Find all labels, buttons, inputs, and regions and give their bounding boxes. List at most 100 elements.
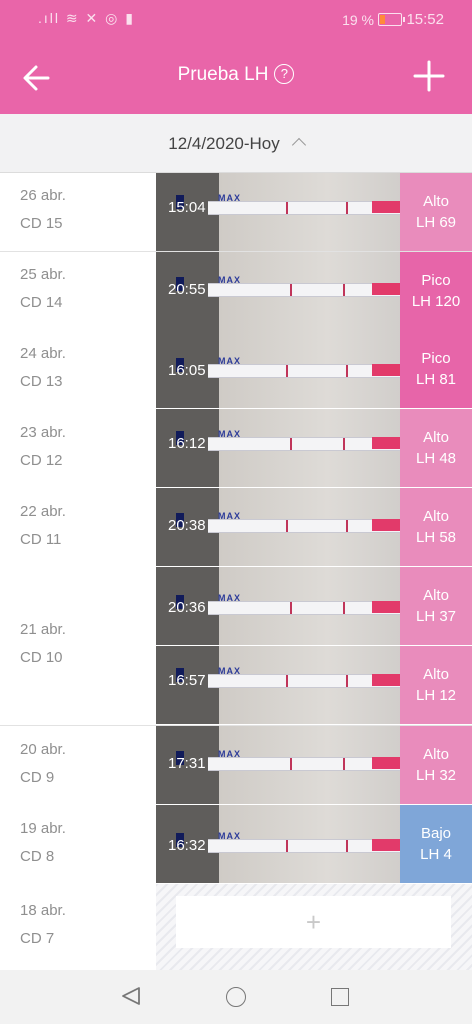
day-label: 21 abr. CD 10 [20,616,66,672]
app-bar: Prueba LH? [0,40,472,114]
date-range-selector[interactable]: 12/4/2020-Hoy [0,114,472,173]
cycle-day: CD 13 [20,372,63,390]
test-line [290,602,292,614]
day-label: 22 abr. CD 11 [20,498,66,554]
chevron-up-icon[interactable] [291,137,306,153]
day-date: 25 abr. [20,266,66,283]
date-range[interactable]: 12/4/2020-Hoy [0,134,472,154]
lh-result-badge: Pico LH 81 [400,330,472,408]
test-strip-photo[interactable]: MAX 16:32 Bajo LH 4 [156,805,472,883]
lh-result-badge: Alto LH 32 [400,726,472,804]
lh-status: Alto [423,746,449,763]
test-list[interactable]: 26 abr. CD 15 MAX 15:04 Alto LH 69 25 abr. CD 1… [0,173,472,970]
lh-value: LH 48 [415,450,457,467]
day-date: 20 abr. [20,740,66,758]
lh-result-badge: Alto LH 12 [400,646,472,724]
lh-status: Alto [423,193,449,210]
day-row: 21 abr. CD 10 MAX 20:36 Alto LH 37 MAX 16:57 Alt… [0,567,472,726]
lh-value: LH 37 [415,608,457,625]
max-marker-text: MAX [218,831,241,841]
cycle-day: CD 9 [20,768,55,786]
day-row: 25 abr. CD 14 MAX 20:55 Pico LH 120 [0,252,472,330]
test-strip-photo[interactable]: MAX 16:12 Alto LH 48 [156,409,472,487]
max-marker-text: MAX [218,511,241,521]
nav-back-icon[interactable] [120,985,142,1007]
test-strip-photo[interactable]: MAX 17:31 Alto LH 32 [156,726,472,804]
control-line [346,365,348,377]
test-strip-photo[interactable]: MAX 16:57 Alto LH 12 [156,646,472,724]
lh-result-badge: Alto LH 48 [400,409,472,487]
lh-result-badge: Alto LH 69 [400,173,472,251]
test-time: 15:04 [168,199,206,216]
add-test-button[interactable]: + [176,896,451,948]
clock: 15:52 [406,11,444,28]
system-nav-bar [0,970,472,1024]
page-title: Prueba LH? [0,64,472,86]
test-line [286,202,288,214]
test-time: 20:36 [168,599,206,616]
cycle-day: CD 12 [20,451,63,469]
lh-status: Alto [423,666,449,683]
day-row: 23 abr. CD 12 MAX 16:12 Alto LH 48 [0,409,472,489]
battery-icon [378,13,405,26]
day-date: 18 abr. [20,902,66,919]
add-icon[interactable] [412,59,446,93]
status-icons: .ıll ≋ ✕ ◎ ▮ [38,10,135,26]
lh-value: LH 69 [415,214,457,231]
page-title-text: Prueba LH [177,64,269,85]
test-time: 20:55 [168,281,206,298]
test-strip-photo[interactable]: MAX 20:55 Pico LH 120 [156,252,472,330]
day-date: 26 abr. [20,187,66,204]
test-strip-photo[interactable]: MAX 15:04 Alto LH 69 [156,173,472,251]
lh-status: Alto [423,587,449,604]
day-row: 19 abr. CD 8 MAX 16:32 Bajo LH 4 [0,805,472,885]
lh-value: LH 12 [415,687,457,704]
battery-percent: 19 % [342,12,374,28]
test-line [290,758,292,770]
lh-value: LH 32 [415,767,457,784]
lh-status: Alto [423,508,449,525]
day-label: 26 abr. CD 15 [20,182,66,238]
day-label: 20 abr. CD 9 [20,736,66,792]
day-row: 26 abr. CD 15 MAX 15:04 Alto LH 69 [0,173,472,252]
test-time: 16:57 [168,672,206,689]
test-strip-photo[interactable]: MAX 20:36 Alto LH 37 [156,567,472,645]
help-icon[interactable]: ? [274,64,295,84]
day-label: 24 abr. CD 13 [20,340,66,396]
max-marker-text: MAX [218,429,241,439]
lh-value: LH 120 [411,293,461,310]
empty-slot: + [156,884,472,970]
control-line [343,758,345,770]
control-line [346,675,348,687]
nav-recent-icon[interactable] [331,988,349,1006]
day-label: 23 abr. CD 12 [20,419,66,475]
day-date: 23 abr. [20,423,66,441]
cycle-day: CD 7 [20,930,55,947]
cycle-day: CD 10 [20,649,63,666]
lh-value: LH 4 [420,846,452,863]
control-line [343,602,345,614]
control-line [346,202,348,214]
day-label: 25 abr. CD 14 [20,261,66,317]
cycle-day: CD 14 [20,294,63,311]
max-marker-text: MAX [218,593,241,603]
test-strip-photo[interactable]: MAX 20:38 Alto LH 58 [156,488,472,566]
lh-value: LH 58 [415,529,457,546]
day-date: 21 abr. [20,621,66,638]
test-line [290,284,292,296]
test-strip-photo[interactable]: MAX 16:05 Pico LH 81 [156,330,472,408]
control-line [346,840,348,852]
day-date: 24 abr. [20,344,66,362]
lh-result-badge: Alto LH 58 [400,488,472,566]
nav-home-icon[interactable] [226,987,246,1007]
control-line [343,438,345,450]
cycle-day: CD 11 [20,530,62,548]
lh-result-badge: Pico LH 120 [400,252,472,330]
test-time: 16:32 [168,837,206,854]
max-marker-text: MAX [218,356,241,366]
day-date: 22 abr. [20,502,66,520]
day-label: 18 abr. CD 7 [20,897,66,953]
control-line [343,284,345,296]
test-line [286,365,288,377]
lh-result-badge: Alto LH 37 [400,567,472,645]
